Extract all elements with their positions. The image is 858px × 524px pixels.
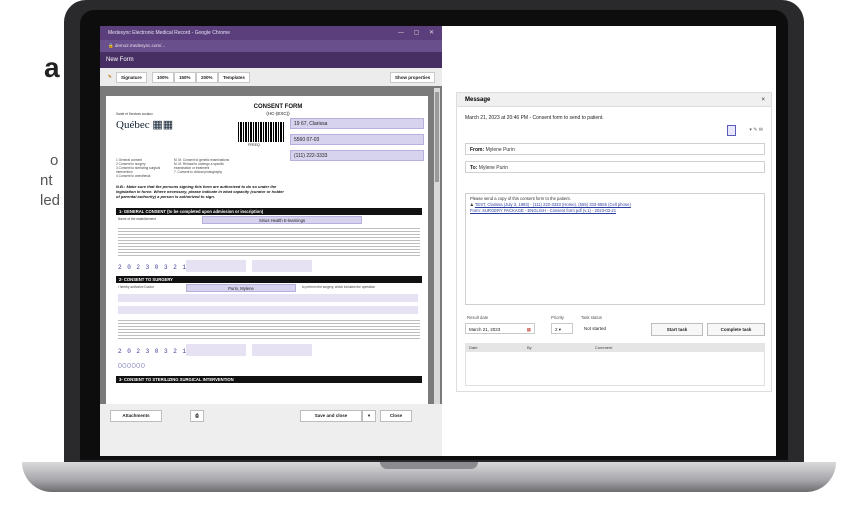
section-sterilizing: 3- CONSENT TO STERILIZING SURGICAL INTER…: [116, 376, 422, 383]
header-comment: Comment: [595, 345, 613, 350]
legend-right: M. M. Consent to genetic examinations M. …: [174, 158, 230, 174]
form-window-title: New Form: [106, 57, 134, 63]
authorize-label: I hereby authorize Doctor: [118, 285, 154, 289]
print-icon[interactable]: ⎙: [190, 410, 204, 422]
signature-box-1[interactable]: [186, 260, 246, 272]
message-panel: Message × March 21, 2023 at 20:46 PM - C…: [456, 92, 772, 392]
task-table-header: Date By Comment: [465, 343, 765, 352]
patient-link[interactable]: TEST, Clarissa (July 3, 1993) - (111) 22…: [475, 202, 631, 207]
legend-left: 1 General consent 2 Consent to surgery 3 C…: [116, 158, 161, 178]
form-title: CONSENT FORM: [253, 104, 303, 110]
window-title: Medesync Electronic Medical Record - Goo…: [108, 30, 230, 36]
background-letter: a: [44, 52, 60, 83]
date-digits-3[interactable]: ▢▢▢▢▢▢: [118, 362, 146, 369]
form-window: Medesync Electronic Medical Record - Goo…: [100, 26, 442, 456]
signature-box-4[interactable]: [252, 344, 312, 356]
document-icon[interactable]: [727, 125, 736, 136]
priority-label: Priority: [551, 315, 565, 320]
form-window-header: New Form: [100, 52, 442, 68]
laptop-screen: Medesync Electronic Medical Record - Goo…: [100, 26, 776, 456]
result-date-label: Result date: [467, 315, 489, 320]
logo-caption: Santé et Services sociaux: [116, 112, 153, 116]
patient-name-field[interactable]: 19 67, Clarissa: [290, 118, 424, 129]
form-toolbar: ✎ Signature 100% 150% 200% Templates Sho…: [100, 68, 442, 87]
person-icon: ♟: [470, 202, 474, 207]
show-properties-button[interactable]: Show properties: [390, 72, 436, 83]
zoom-150-button[interactable]: 150%: [174, 72, 196, 83]
task-table-body: [465, 352, 765, 386]
task-status-label: Task status: [581, 315, 602, 320]
patient-phone-field[interactable]: (111) 222-3333: [290, 150, 424, 161]
section-surgery: 2- CONSENT TO SURGERY: [116, 276, 422, 283]
message-subject: March 21, 2023 at 20:46 PM - Consent for…: [465, 115, 604, 121]
message-body[interactable]: Please send a copy of this consent form …: [465, 193, 765, 305]
signature-button[interactable]: Signature: [116, 72, 147, 83]
perform-label: to perform the surgery, which includes t…: [302, 285, 376, 289]
browser-titlebar: Medesync Electronic Medical Record - Goo…: [100, 26, 442, 40]
attachments-button[interactable]: Attachments: [110, 410, 162, 422]
laptop-notch: [380, 462, 478, 469]
date-digits-2[interactable]: 2 0 2 3 0 3 2 1: [118, 348, 187, 355]
from-field: From: Mylene Purin: [465, 143, 765, 155]
background-line-1: o: [50, 152, 59, 169]
surgery-description-field[interactable]: [118, 294, 418, 302]
doctor-field[interactable]: Purin, Mylene: [186, 284, 296, 292]
date-digits-1[interactable]: 2 0 2 3 0 3 2 1: [118, 264, 187, 271]
templates-button[interactable]: Templates: [218, 72, 250, 83]
zoom-100-button[interactable]: 100%: [152, 72, 174, 83]
task-status-value: Not started: [581, 323, 625, 334]
result-date-input[interactable]: March 21, 2023 ▦: [465, 323, 535, 334]
background-text: a o nt led: [0, 0, 60, 300]
surgery-description-field-2[interactable]: [118, 306, 418, 314]
background-line-2: nt: [40, 172, 53, 189]
consent-text-block: [118, 226, 420, 256]
barcode: [238, 122, 284, 142]
header-date: Date: [469, 345, 478, 350]
signature-box-3[interactable]: [186, 344, 246, 356]
message-action-icons[interactable]: ▾ ✎ ✉: [749, 127, 763, 133]
zoom-200-button[interactable]: 200%: [196, 72, 218, 83]
window-controls[interactable]: — ▢ ✕: [398, 26, 438, 40]
complete-task-button[interactable]: Complete task: [707, 323, 765, 336]
message-title: Message ×: [457, 93, 771, 107]
lock-icon: 🔒: [108, 43, 114, 48]
patient-dob-field[interactable]: 5560 07-03: [290, 134, 424, 145]
header-by: By: [527, 345, 532, 350]
to-field[interactable]: To: Mylene Purin: [465, 161, 765, 173]
calendar-icon[interactable]: ▦: [527, 324, 531, 335]
quebec-logo: Québec ▦▦: [116, 119, 174, 131]
close-button[interactable]: Close: [380, 410, 412, 422]
chevron-down-icon: ▾: [558, 327, 562, 332]
save-and-close-button[interactable]: Save and close: [300, 410, 362, 422]
form-link[interactable]: Form: SURGERY PACKAGE - ENGLISH - Consen…: [470, 208, 760, 214]
barcode-number: FFEEQ: [248, 143, 260, 147]
signature-box-2[interactable]: [252, 260, 312, 272]
start-task-button[interactable]: Start task: [651, 323, 703, 336]
section-general-consent: 1- GENERAL CONSENT (to be completed upon…: [116, 208, 422, 215]
url-text: demo2.medesync.com/...: [114, 43, 166, 48]
consent-form-page: CONSENT FORM (HC-(EXC)) Santé et Service…: [106, 96, 428, 406]
surgery-text-block: [118, 318, 420, 340]
name-label: Name of the establishment: [118, 217, 156, 221]
close-icon[interactable]: ×: [761, 93, 765, 107]
background-line-3: led: [40, 192, 61, 209]
document-scrollbar-thumb[interactable]: [435, 92, 439, 182]
pen-icon: ✎: [108, 74, 112, 79]
address-bar[interactable]: 🔒 demo2.medesync.com/...: [100, 40, 442, 52]
warning-note: N.B.: Make sure that the persons signing…: [116, 184, 284, 199]
form-footer: Attachments ⎙ Save and close ▾ Close: [100, 404, 442, 456]
establishment-field[interactable]: Sirius Health E-learnings: [202, 216, 362, 224]
chevron-down-icon[interactable]: ▾: [362, 410, 376, 422]
form-subtitle: (HC-(EXC)): [266, 111, 290, 116]
priority-select[interactable]: 2 ▾: [551, 323, 573, 334]
document-viewer: CONSENT FORM (HC-(EXC)) Santé et Service…: [100, 86, 442, 406]
